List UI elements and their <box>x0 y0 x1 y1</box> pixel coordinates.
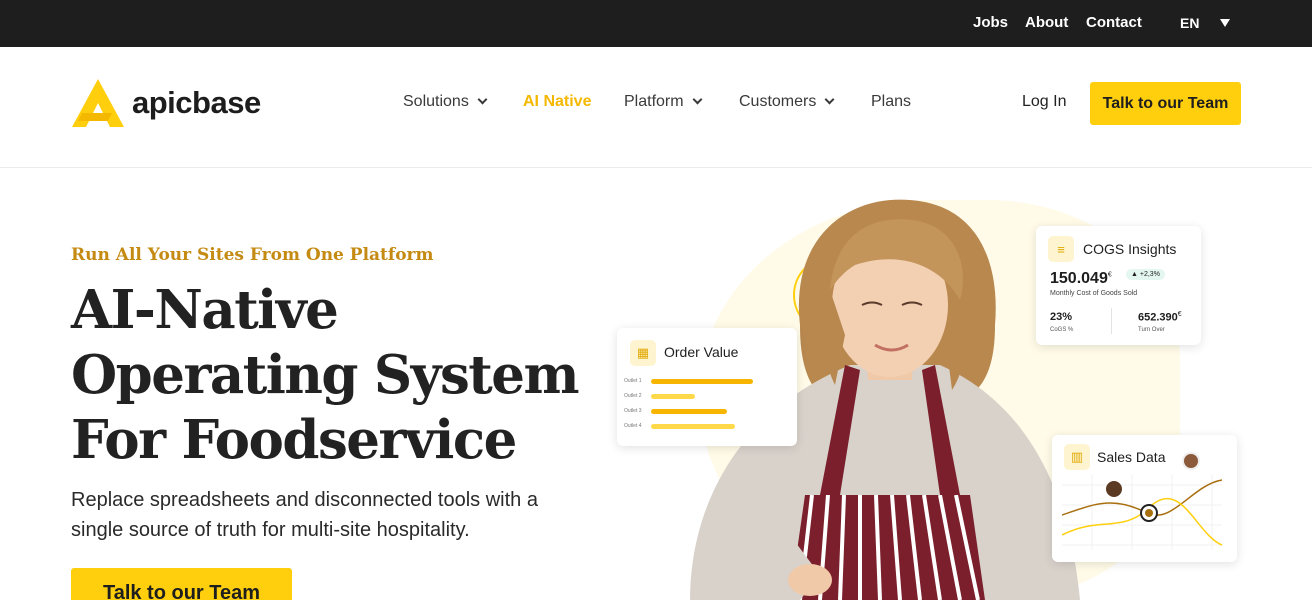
talk-to-team-button-hero[interactable]: Talk to our Team <box>71 568 292 600</box>
cogs-caption: Monthly Cost of Goods Sold <box>1050 290 1138 297</box>
order-outlet-bar <box>651 394 695 399</box>
headline-line-1: AI-Native <box>71 279 339 341</box>
cogs-title: COGS Insights <box>1083 241 1177 257</box>
nav-solutions-label: Solutions <box>403 93 469 110</box>
cogs-percent-label: CoGS % <box>1050 327 1074 333</box>
hero-headline: AI-Native Operating System For Foodservi… <box>71 278 591 473</box>
apicbase-logo-icon <box>72 79 124 127</box>
cogs-change-value: +2,3% <box>1139 271 1160 278</box>
order-value-title: Order Value <box>664 344 739 360</box>
nav-platform-label: Platform <box>624 93 684 110</box>
cogs-value: 150.049€ <box>1050 270 1112 288</box>
turnover-label: Turn Over <box>1138 327 1165 333</box>
nav-plans[interactable]: Plans <box>871 93 911 111</box>
login-link[interactable]: Log In <box>1022 93 1066 111</box>
nav-plans-label: Plans <box>871 93 912 110</box>
cogs-change-badge: ▲ +2,3% <box>1126 269 1165 280</box>
order-outlet-label: Outlet 3 <box>624 408 642 414</box>
chevron-down-icon <box>692 94 703 105</box>
hero-subtitle: Replace spreadsheets and disconnected to… <box>71 489 538 541</box>
cogs-divider <box>1111 308 1112 334</box>
chevron-down-icon <box>477 94 488 105</box>
talk-to-team-button-header[interactable]: Talk to our Team <box>1090 82 1241 125</box>
food-thumb-icon <box>1106 481 1122 497</box>
coins-icon: ≡ <box>1048 236 1074 262</box>
topbar-link-contact[interactable]: Contact <box>1086 14 1142 31</box>
order-outlet-bar <box>651 424 735 429</box>
turnover-value: 652.390€ <box>1138 311 1182 324</box>
cogs-value-number: 150.049 <box>1050 270 1108 287</box>
nav-platform[interactable]: Platform <box>624 93 703 111</box>
topbar-link-about[interactable]: About <box>1025 14 1068 31</box>
food-thumb-icon <box>1182 452 1200 470</box>
nav-solutions[interactable]: Solutions <box>403 93 488 111</box>
order-outlet-bar <box>651 379 753 384</box>
chevron-down-icon <box>824 94 835 105</box>
order-value-card: ▦ Order Value Outlet 1 Outlet 2 Outlet 3 Ou… <box>617 328 797 446</box>
sales-line-chart <box>1062 475 1223 550</box>
cogs-percent: 23% <box>1050 311 1073 323</box>
topbar-link-jobs[interactable]: Jobs <box>973 14 1008 31</box>
order-outlet-label: Outlet 2 <box>624 393 642 399</box>
caret-down-icon[interactable] <box>1220 19 1230 27</box>
nav-ai-native-label: AI Native <box>523 93 592 110</box>
language-selector[interactable]: EN <box>1180 15 1199 31</box>
turnover-currency: € <box>1177 311 1182 318</box>
headline-line-2: Operating System <box>71 344 580 406</box>
sales-data-card: ▥ Sales Data <box>1052 435 1237 562</box>
turnover-number: 652.390 <box>1138 311 1178 324</box>
order-outlet-label: Outlet 4 <box>624 423 642 429</box>
headline-line-3: For Foodservice <box>71 409 517 471</box>
nav-ai-native[interactable]: AI Native <box>523 93 591 111</box>
bar-chart-icon: ▥ <box>1064 444 1090 470</box>
hero-eyebrow: Run All Your Sites From One Platform <box>71 245 434 265</box>
sales-title: Sales Data <box>1097 449 1166 465</box>
top-bar: Jobs About Contact EN <box>0 0 1312 47</box>
order-outlet-bar <box>651 409 727 414</box>
logo[interactable]: apicbase <box>72 79 261 127</box>
logo-text: apicbase <box>132 85 261 120</box>
cogs-currency: € <box>1107 271 1112 279</box>
nav-customers-label: Customers <box>739 93 817 110</box>
order-outlet-label: Outlet 1 <box>624 378 642 384</box>
main-header: apicbase Solutions AI Native Platform Cu… <box>0 47 1312 168</box>
cart-icon: ▦ <box>630 340 656 366</box>
cogs-insights-card: ≡ COGS Insights 150.049€ ▲ +2,3% Monthly… <box>1036 226 1201 345</box>
nav-customers[interactable]: Customers <box>739 93 835 111</box>
